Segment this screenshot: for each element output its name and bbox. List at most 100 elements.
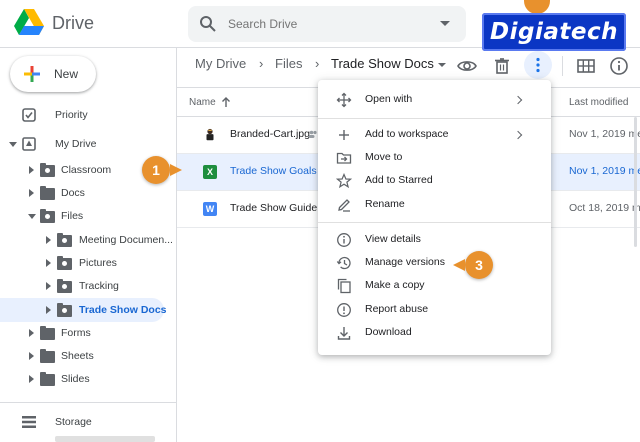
folder-icon <box>40 186 55 200</box>
preview-eye-icon[interactable] <box>455 54 479 78</box>
sidebar-item-priority[interactable]: Priority <box>0 104 176 126</box>
callout-pointer <box>453 259 465 271</box>
docs-file-icon: W <box>203 202 217 216</box>
sort-arrow-up-icon[interactable] <box>220 96 232 108</box>
sidebar-item-storage[interactable]: Storage <box>0 411 176 433</box>
caret-down-icon[interactable] <box>9 142 17 147</box>
caret-right-icon[interactable] <box>46 282 51 290</box>
callout-pointer <box>170 164 182 176</box>
menu-item-label: Download <box>365 326 412 338</box>
caret-right-icon[interactable] <box>29 189 34 197</box>
menu-item-make-a-copy[interactable]: Make a copy <box>318 275 551 297</box>
sidebar-divider <box>0 402 176 403</box>
folder-icon <box>40 372 55 386</box>
info-icon[interactable] <box>607 54 631 78</box>
more-vert-icon <box>536 57 540 73</box>
sidebar-item-my-drive[interactable]: My Drive <box>0 133 176 155</box>
file-modified: Oct 18, 2019 me <box>569 202 640 214</box>
menu-item-view-details[interactable]: View details <box>318 229 551 251</box>
caret-right-icon[interactable] <box>46 306 51 314</box>
plus-icon <box>24 66 40 82</box>
search-bar[interactable] <box>188 6 466 42</box>
sidebar-item-tracking[interactable]: Tracking <box>0 275 176 297</box>
pencil-icon <box>338 199 350 212</box>
sidebar-item-forms[interactable]: Forms <box>0 322 176 344</box>
app-name[interactable]: Drive <box>52 13 94 34</box>
sheets-file-icon: X <box>203 165 217 179</box>
folder-icon <box>40 349 55 363</box>
menu-item-rename[interactable]: Rename <box>318 194 551 216</box>
sidebar-item-meeting-documents[interactable]: Meeting Documen... <box>0 229 176 251</box>
priority-icon <box>22 108 36 122</box>
menu-item-open-with[interactable]: Open with <box>318 89 551 111</box>
menu-item-add-to-starred[interactable]: Add to Starred <box>318 170 551 192</box>
more-actions-button[interactable] <box>524 51 552 79</box>
sidebar-item-label: Forms <box>61 327 91 339</box>
menu-item-move-to[interactable]: Move to <box>318 147 551 169</box>
storage-icon <box>22 416 36 428</box>
search-icon[interactable] <box>199 15 217 33</box>
menu-item-label: Make a copy <box>365 279 425 291</box>
search-input[interactable] <box>228 15 418 33</box>
drive-logo-icon[interactable] <box>14 9 44 35</box>
shared-folder-icon <box>57 279 72 293</box>
sidebar-item-pictures[interactable]: Pictures <box>0 252 176 274</box>
menu-item-label: Manage versions <box>365 256 445 268</box>
sidebar-item-label: Meeting Documen... <box>79 234 173 246</box>
sidebar-item-trade-show-docs[interactable]: Trade Show Docs <box>0 299 176 321</box>
move-arrows-icon <box>336 92 352 108</box>
sidebar-item-docs[interactable]: Docs <box>0 182 176 204</box>
search-options-icon[interactable] <box>440 21 450 26</box>
breadcrumb-separator: › <box>259 56 264 71</box>
file-name: Trade Show Guidelines <box>230 202 317 214</box>
sidebar-item-label: Trade Show Docs <box>79 304 167 316</box>
shared-folder-icon <box>57 256 72 270</box>
breadcrumb-files[interactable]: Files <box>275 56 302 71</box>
breadcrumb-current[interactable]: Trade Show Docs <box>331 56 434 71</box>
grid-view-icon[interactable] <box>574 54 598 78</box>
shared-folder-icon <box>57 303 72 317</box>
info-icon <box>337 233 351 247</box>
watermark-accent <box>524 0 550 14</box>
scrollbar[interactable] <box>634 117 637 247</box>
breadcrumb-my-drive[interactable]: My Drive <box>195 56 246 71</box>
context-menu: Open with Add to workspace Move to Add t… <box>318 80 551 355</box>
folder-icon <box>40 326 55 340</box>
menu-item-label: Add to Starred <box>365 174 433 186</box>
storage-usage-bar <box>55 436 155 442</box>
caret-right-icon[interactable] <box>29 352 34 360</box>
callout-step-3: 3 <box>465 251 493 279</box>
caret-right-icon[interactable] <box>29 375 34 383</box>
sidebar-item-label: Sheets <box>61 350 94 362</box>
menu-item-add-to-workspace[interactable]: Add to workspace <box>318 124 551 146</box>
sidebar-item-label: Storage <box>55 416 92 428</box>
menu-item-download[interactable]: Download <box>318 322 551 344</box>
sidebar-item-sheets[interactable]: Sheets <box>0 345 176 367</box>
caret-right-icon[interactable] <box>29 329 34 337</box>
shared-folder-icon <box>40 209 55 223</box>
shared-folder-icon <box>40 163 55 177</box>
callout-step-1: 1 <box>142 156 170 184</box>
new-button[interactable]: New <box>10 56 96 92</box>
caret-right-icon[interactable] <box>29 166 34 174</box>
caret-down-icon[interactable] <box>28 214 36 219</box>
sidebar-item-slides[interactable]: Slides <box>0 368 176 390</box>
breadcrumb-dropdown-icon[interactable] <box>438 63 446 67</box>
menu-item-manage-versions[interactable]: Manage versions <box>318 252 551 274</box>
sidebar-item-files[interactable]: Files <box>0 205 176 227</box>
menu-item-label: View details <box>365 233 421 245</box>
caret-right-icon[interactable] <box>46 236 51 244</box>
column-header-name[interactable]: Name <box>189 97 216 108</box>
menu-item-label: Open with <box>365 93 413 105</box>
download-icon <box>337 327 351 340</box>
trash-icon[interactable] <box>490 54 514 78</box>
my-drive-icon <box>22 137 36 151</box>
plus-icon <box>339 130 349 140</box>
menu-divider <box>318 222 551 223</box>
caret-right-icon[interactable] <box>46 259 51 267</box>
column-header-last-modified[interactable]: Last modified <box>569 97 628 108</box>
shared-people-icon <box>308 130 317 138</box>
menu-item-report-abuse[interactable]: Report abuse <box>318 299 551 321</box>
move-to-folder-icon <box>336 152 352 164</box>
file-name: Trade Show Goals.xlsx <box>230 165 317 177</box>
